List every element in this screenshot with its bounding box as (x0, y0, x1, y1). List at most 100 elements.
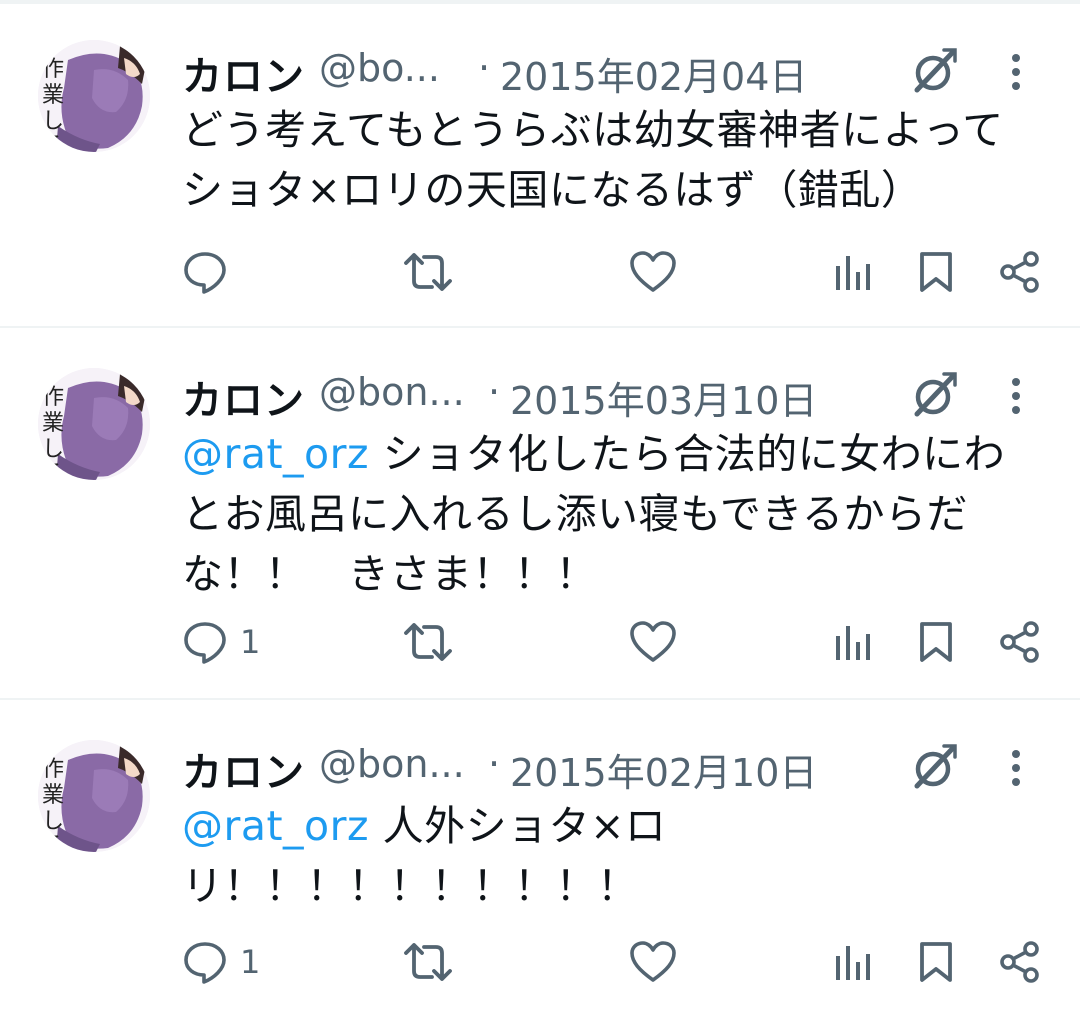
share-button[interactable] (999, 932, 1041, 992)
tweet-text-line: リ！！！！！！！！！！ (182, 862, 639, 910)
heart-icon (630, 251, 676, 292)
tweet-3[interactable]: 作 業 し ろ カロン @bon... · 2015年02月10日 @rat_o… (0, 700, 1080, 1013)
svg-text:ろ: ろ (42, 133, 64, 152)
user-handle[interactable]: @bon... (319, 370, 465, 414)
analytics-icon (836, 946, 870, 980)
svg-text:作: 作 (42, 385, 64, 410)
bookmark-button[interactable] (918, 612, 954, 672)
svg-text:業: 業 (42, 783, 64, 808)
tweet-2[interactable]: 作 業 し ろ カロン @bon... · 2015年03月10日 @rat_o… (0, 328, 1080, 698)
more-vertical-icon (1012, 54, 1020, 90)
separator-dot: · (478, 46, 491, 90)
views-button[interactable] (834, 242, 870, 302)
reply-icon (184, 252, 226, 294)
grok-icon (914, 48, 957, 93)
more-options-button[interactable] (996, 372, 1036, 422)
tweet-text-line: な！！ きさま！！！ (182, 550, 597, 598)
grok-button[interactable] (909, 742, 959, 792)
mention-link[interactable]: @rat_orz (182, 430, 369, 478)
bookmark-icon (920, 942, 952, 982)
svg-text:し: し (42, 809, 64, 834)
reply-icon (184, 942, 226, 984)
share-icon (1000, 251, 1039, 293)
tweet-header: カロン @bon... · 2015年03月10日 (182, 368, 1062, 428)
tweet-text: どう考えてもとうらぶは幼女審神者によって ショタ×ロリの天国になるはず（錯乱） (182, 100, 1042, 220)
avatar-image: 作 業 し ろ (38, 40, 150, 152)
separator-dot: · (488, 370, 501, 414)
share-icon (1000, 941, 1039, 983)
tweet-text-line: とお風呂に入れるし添い寝もできるからだ (182, 490, 969, 538)
action-bar (0, 242, 1080, 302)
svg-text:業: 業 (42, 411, 64, 436)
views-button[interactable] (834, 612, 870, 672)
bookmark-icon (920, 252, 952, 292)
tweet-header: カロン @bon... · 2015年02月10日 (182, 740, 1062, 800)
heart-icon (630, 941, 676, 982)
retweet-button[interactable] (402, 242, 454, 302)
more-options-button[interactable] (996, 48, 1036, 98)
views-button[interactable] (834, 932, 870, 992)
retweet-icon (404, 253, 452, 291)
tweet-text: @rat_orz ショタ化したら合法的に女わにわ とお風呂に入れるし添い寝もでき… (182, 424, 1042, 604)
mention-link[interactable]: @rat_orz (182, 802, 369, 850)
more-options-button[interactable] (996, 744, 1036, 794)
avatar-image: 作 業 し ろ (38, 368, 150, 480)
user-handle[interactable]: @bon... (319, 742, 465, 786)
like-button[interactable] (629, 242, 677, 302)
svg-text:ろ: ろ (42, 833, 64, 852)
tweet-text-line: どう考えてもとうらぶは幼女審神者によって (182, 106, 1004, 154)
tweet-text-line: ショタ×ロリの天国になるはず（錯乱） (182, 166, 923, 214)
share-button[interactable] (999, 242, 1041, 302)
reply-button[interactable]: 1 (182, 932, 260, 992)
analytics-icon (836, 626, 870, 660)
tweet-text: @rat_orz 人外ショタ×ロ リ！！！！！！！！！！ (182, 796, 1042, 916)
svg-text:し: し (42, 437, 64, 462)
separator-dot: · (488, 742, 501, 786)
display-name[interactable]: カロン (182, 368, 305, 426)
like-button[interactable] (629, 932, 677, 992)
analytics-icon (836, 256, 870, 290)
svg-text:し: し (42, 109, 64, 134)
avatar[interactable]: 作 業 し ろ (38, 40, 150, 152)
retweet-icon (404, 623, 452, 661)
grok-icon (914, 744, 957, 789)
tweet-1[interactable]: 作 業 し ろ カロン @bo... · 2015年02月04日 どう考えてもと… (0, 0, 1080, 326)
grok-button[interactable] (909, 370, 959, 420)
like-button[interactable] (629, 612, 677, 672)
tweet-text-fragment: 人外ショタ×ロ (369, 802, 667, 850)
tweet-text-line: @rat_orz 人外ショタ×ロ (182, 796, 1042, 856)
avatar[interactable]: 作 業 し ろ (38, 740, 150, 852)
heart-icon (630, 621, 676, 662)
tweet-header: カロン @bo... · 2015年02月04日 (182, 44, 1062, 104)
reply-button[interactable] (182, 242, 228, 302)
share-button[interactable] (999, 612, 1041, 672)
reply-button[interactable]: 1 (182, 612, 260, 672)
svg-text:業: 業 (42, 83, 64, 108)
grok-button[interactable] (909, 46, 959, 96)
svg-text:作: 作 (42, 57, 64, 82)
more-vertical-icon (1012, 378, 1020, 414)
bookmark-button[interactable] (918, 242, 954, 302)
timestamp[interactable]: 2015年02月04日 (500, 46, 807, 101)
more-vertical-icon (1012, 750, 1020, 786)
action-bar: 1 (0, 932, 1080, 992)
retweet-button[interactable] (402, 932, 454, 992)
bookmark-button[interactable] (918, 932, 954, 992)
svg-text:ろ: ろ (42, 461, 64, 480)
reply-icon (184, 622, 226, 664)
bookmark-icon (920, 622, 952, 662)
avatar-image: 作 業 し ろ (38, 740, 150, 852)
avatar[interactable]: 作 業 し ろ (38, 368, 150, 480)
tweet-text-fragment: ショタ化したら合法的に女わにわ (369, 430, 1006, 478)
display-name[interactable]: カロン (182, 44, 305, 102)
timestamp[interactable]: 2015年03月10日 (510, 370, 817, 425)
timestamp[interactable]: 2015年02月10日 (510, 742, 817, 797)
display-name[interactable]: カロン (182, 740, 305, 798)
tweet-text-line: @rat_orz ショタ化したら合法的に女わにわ (182, 424, 1042, 484)
grok-icon (914, 372, 957, 417)
action-bar: 1 (0, 612, 1080, 672)
svg-text:作: 作 (42, 757, 64, 782)
reply-count: 1 (240, 943, 261, 981)
retweet-button[interactable] (402, 612, 454, 672)
user-handle[interactable]: @bo... (319, 46, 440, 90)
